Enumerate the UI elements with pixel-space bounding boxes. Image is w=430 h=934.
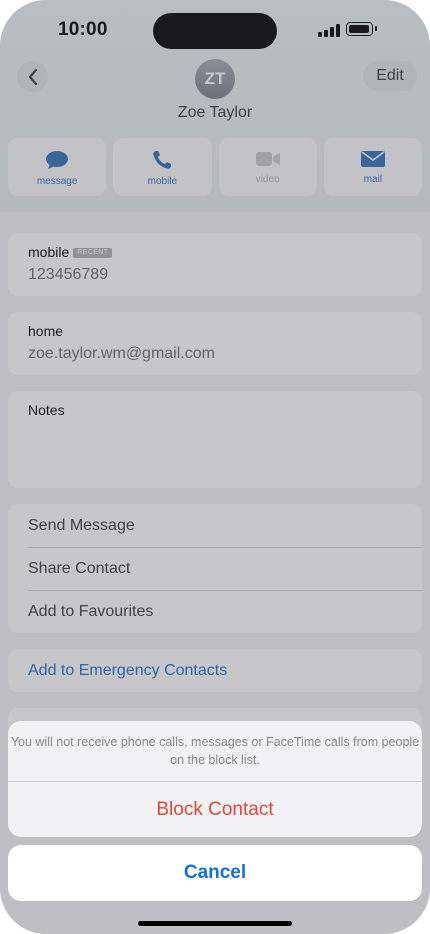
home-indicator[interactable] bbox=[138, 921, 292, 926]
phone-screen: 10:00 Edit ZT Zoe Taylor message mobile bbox=[0, 0, 430, 934]
cancel-button[interactable]: Cancel bbox=[8, 845, 422, 901]
action-sheet-message: You will not receive phone calls, messag… bbox=[10, 735, 420, 767]
action-sheet: You will not receive phone calls, messag… bbox=[8, 721, 422, 837]
block-contact-button[interactable]: Block Contact bbox=[8, 782, 422, 837]
